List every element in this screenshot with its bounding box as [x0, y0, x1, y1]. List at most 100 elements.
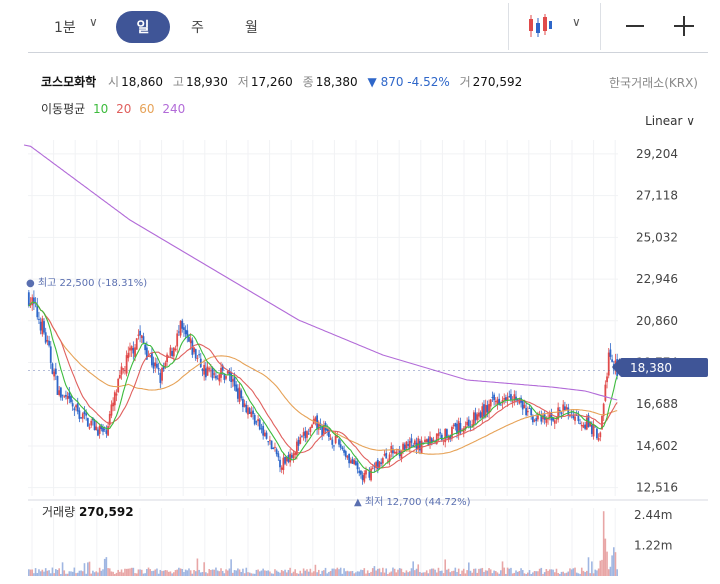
- candle-body: [38, 318, 40, 320]
- volume-title: 거래량: [42, 505, 76, 519]
- volume-bar: [306, 569, 308, 576]
- candle-body: [63, 396, 66, 398]
- candle-body: [161, 368, 163, 381]
- volume-bar: [435, 572, 438, 576]
- chevron-down-icon[interactable]: ∨: [89, 15, 98, 29]
- scale-select[interactable]: Linear ∨: [645, 114, 695, 128]
- candle-body: [122, 368, 125, 370]
- interval-select[interactable]: 1분: [54, 17, 76, 37]
- volume-bar: [574, 567, 576, 576]
- volume-bar: [282, 571, 285, 576]
- volume-bar: [523, 573, 526, 576]
- candle-body: [370, 468, 372, 481]
- volume-bar: [114, 573, 116, 576]
- candle-body: [196, 357, 199, 359]
- volume-bar: [553, 572, 556, 576]
- tab-day[interactable]: 일: [116, 11, 170, 43]
- candle-body: [75, 405, 77, 408]
- volume-bar: [255, 569, 258, 576]
- volume-bar: [414, 570, 416, 576]
- zoom-in-icon[interactable]: [674, 16, 694, 36]
- candle-body: [275, 449, 278, 455]
- candle-body: [44, 332, 47, 343]
- volume-bar: [611, 555, 613, 576]
- candle-body: [245, 404, 248, 413]
- volume-bar: [252, 573, 254, 576]
- candle-body: [204, 368, 207, 378]
- candle-body: [481, 406, 484, 418]
- volume-bar: [151, 571, 153, 576]
- candle-body: [560, 412, 563, 414]
- volume-bar: [92, 570, 94, 576]
- volume-bar: [395, 572, 398, 576]
- zoom-out-icon[interactable]: [626, 25, 644, 27]
- volume-bar: [125, 568, 128, 576]
- volume-bar: [43, 571, 45, 576]
- candle-body: [360, 470, 362, 475]
- volume-bar: [508, 568, 511, 576]
- candle-body: [334, 435, 337, 444]
- candle-body: [606, 376, 608, 383]
- candle-body: [208, 368, 211, 370]
- candle-body: [61, 394, 64, 396]
- candle-body: [235, 384, 238, 392]
- volume-bar: [358, 571, 361, 576]
- candle-body: [290, 455, 293, 458]
- volume-bar: [532, 572, 534, 576]
- tab-month[interactable]: 월: [245, 17, 258, 37]
- candle-body: [242, 398, 244, 408]
- candle-body: [348, 453, 351, 464]
- volume-bar: [565, 572, 568, 576]
- volume-bar: [34, 568, 37, 576]
- volume-bar: [516, 571, 519, 576]
- volume-bar: [454, 567, 457, 576]
- volume-bar: [346, 570, 349, 576]
- volume-bar: [545, 569, 548, 576]
- candlestick-icon[interactable]: [528, 13, 552, 39]
- volume-bar: [612, 547, 615, 576]
- volume-bar: [570, 569, 573, 576]
- candle-body: [486, 405, 489, 413]
- candle-body: [183, 327, 185, 330]
- volume-bar: [319, 574, 322, 576]
- candle-body: [609, 349, 612, 357]
- volume-bar: [122, 572, 125, 576]
- tab-week[interactable]: 주: [191, 17, 204, 37]
- candle-body: [494, 401, 497, 403]
- volume-bar: [373, 566, 376, 576]
- volume-bar: [253, 573, 256, 576]
- volume-bar: [257, 569, 259, 576]
- volume-bar: [119, 571, 121, 576]
- volume-bar: [140, 569, 143, 576]
- volume-bar: [65, 573, 67, 576]
- candle-body: [97, 429, 99, 436]
- price-tick-label: 20,860: [636, 314, 678, 328]
- volume-bar: [223, 573, 226, 576]
- volume-bar: [284, 569, 286, 576]
- volume-bar: [594, 569, 597, 576]
- volume-bar: [375, 570, 377, 576]
- volume-bar: [174, 570, 177, 576]
- volume-bar: [41, 569, 44, 576]
- candle-body: [73, 408, 76, 411]
- toolbar-divider-line: [28, 52, 708, 53]
- candle-body: [474, 412, 477, 421]
- volume-bar: [422, 572, 425, 576]
- candle-body: [144, 344, 147, 351]
- candle-body: [493, 394, 495, 401]
- price-tick-label: 29,204: [636, 147, 678, 161]
- candle-body: [365, 470, 367, 475]
- volume-bar: [361, 570, 364, 576]
- candle-body: [307, 433, 310, 435]
- volume-bar: [226, 570, 229, 576]
- chevron-down-icon[interactable]: ∨: [572, 15, 581, 29]
- candle-body: [301, 436, 303, 438]
- candle-body: [383, 454, 386, 456]
- volume-bar: [562, 571, 565, 576]
- volume-bar: [225, 569, 227, 576]
- close-label: 종: [302, 75, 314, 89]
- volume-bar: [39, 571, 42, 576]
- volume-bar: [267, 570, 270, 576]
- candle-body: [574, 416, 576, 421]
- volume-bar: [262, 568, 264, 576]
